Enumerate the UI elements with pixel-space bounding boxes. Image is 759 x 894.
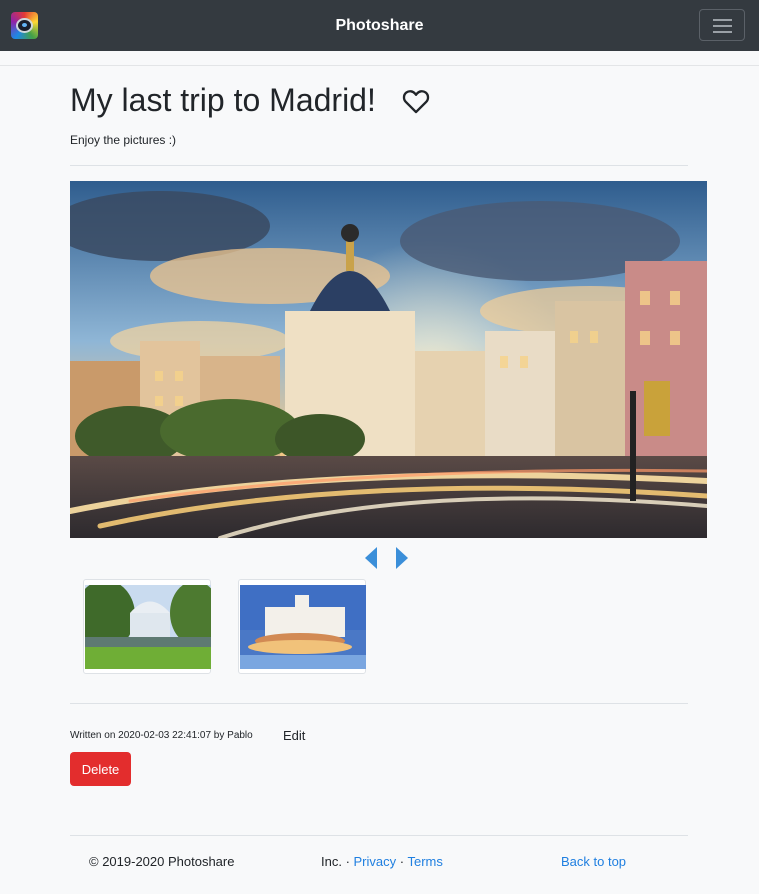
post-description: Enjoy the pictures :) (70, 133, 177, 147)
divider (70, 165, 688, 166)
copyright-text: © 2019-2020 Photoshare (89, 854, 235, 869)
footer-links: Inc. · Privacy · Terms (321, 854, 443, 869)
separator: · (396, 854, 408, 869)
menu-toggle-button[interactable] (699, 9, 745, 41)
thumbnail-crystal-palace[interactable] (83, 579, 211, 674)
camera-lens-icon[interactable] (11, 12, 38, 39)
caret-right-icon[interactable] (395, 546, 409, 570)
heart-outline-icon[interactable] (402, 88, 430, 114)
divider (70, 703, 688, 704)
edit-link[interactable]: Edit (283, 728, 305, 743)
footer-divider (70, 835, 688, 836)
thumbnail-image (85, 585, 211, 669)
thumbnail-image (240, 585, 366, 669)
page-title: My last trip to Madrid! (70, 82, 376, 118)
delete-button[interactable]: Delete (70, 752, 131, 786)
privacy-link[interactable]: Privacy (354, 854, 397, 869)
navbar: Photoshare (0, 0, 759, 51)
divider (0, 65, 759, 66)
caret-left-icon[interactable] (364, 546, 378, 570)
post-meta: Written on 2020-02-03 22:41:07 by Pablo (70, 730, 253, 741)
hamburger-menu-icon (713, 19, 732, 21)
back-to-top-link[interactable]: Back to top (561, 854, 626, 869)
inc-text: Inc. · (321, 854, 354, 869)
thumbnail-cibeles-palace[interactable] (238, 579, 366, 674)
terms-link[interactable]: Terms (407, 854, 442, 869)
main-photo (70, 181, 707, 538)
navbar-brand[interactable]: Photoshare (0, 0, 759, 51)
